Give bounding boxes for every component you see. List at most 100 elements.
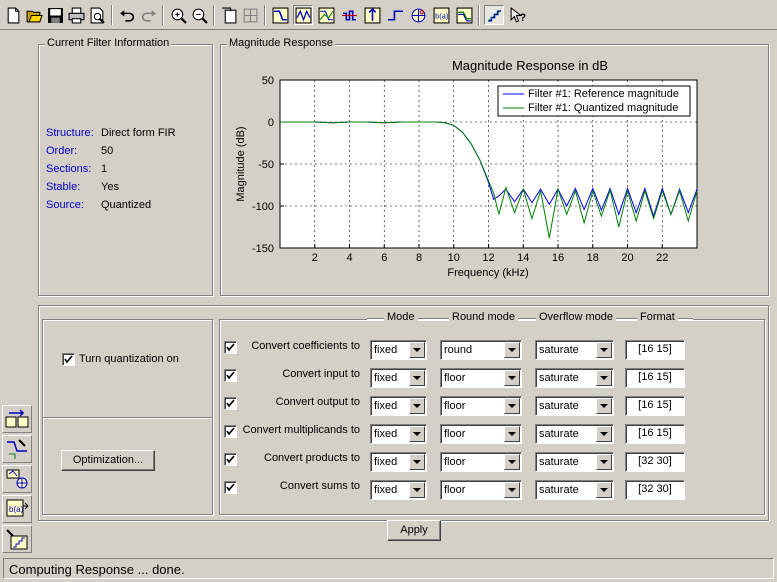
overflow-mode-select[interactable]: saturate — [535, 452, 614, 472]
redo-icon[interactable] — [138, 5, 158, 25]
open-icon[interactable] — [24, 5, 44, 25]
format-field[interactable]: [16 15] — [625, 368, 685, 388]
convert-row-checkbox[interactable] — [224, 425, 237, 438]
format-field[interactable]: [16 15] — [625, 340, 685, 360]
mode-select-value: fixed — [374, 400, 398, 412]
new-icon[interactable] — [3, 5, 23, 25]
tile-icon[interactable] — [240, 5, 260, 25]
convert-row-checkbox[interactable] — [224, 341, 237, 354]
chevron-down-icon[interactable] — [596, 454, 612, 470]
round-mode-select[interactable]: floor — [440, 480, 522, 500]
source-label: Source: — [46, 199, 84, 211]
x-tick-label: 20 — [621, 252, 633, 264]
step-icon[interactable] — [385, 5, 405, 25]
mode-select-value: fixed — [374, 344, 398, 356]
round-mode-select-value: floor — [444, 456, 466, 468]
chevron-down-icon[interactable] — [409, 370, 425, 386]
chevron-down-icon[interactable] — [409, 342, 425, 358]
chevron-down-icon[interactable] — [504, 398, 520, 414]
mode-select[interactable]: fixed — [370, 424, 427, 444]
mag-phase-icon[interactable] — [316, 5, 336, 25]
convert-row-label: Convert multiplicands to — [242, 424, 360, 436]
format-field[interactable]: [32 30] — [625, 452, 685, 472]
round-mode-select[interactable]: round — [440, 340, 522, 360]
round-mode-select[interactable]: floor — [440, 368, 522, 388]
convert-row-checkbox[interactable] — [224, 369, 237, 382]
transform-filter-icon[interactable] — [2, 405, 32, 433]
chevron-down-icon[interactable] — [596, 342, 612, 358]
convert-row-label: Convert output to — [275, 396, 360, 408]
legend-reference: Filter #1: Reference magnitude — [528, 88, 679, 100]
chevron-down-icon[interactable] — [504, 342, 520, 358]
overflow-mode-select[interactable]: saturate — [535, 368, 614, 388]
chevron-down-icon[interactable] — [504, 370, 520, 386]
format-field[interactable]: [16 15] — [625, 396, 685, 416]
round-mode-select[interactable]: floor — [440, 396, 522, 416]
structure-label: Structure: — [46, 127, 94, 139]
round-mode-select[interactable]: floor — [440, 424, 522, 444]
quantize-filter-icon[interactable] — [2, 525, 32, 553]
quantize-icon[interactable] — [484, 5, 504, 25]
turn-quantization-checkbox[interactable] — [62, 353, 75, 366]
chevron-down-icon[interactable] — [596, 482, 612, 498]
round-mode-select[interactable]: floor — [440, 452, 522, 472]
overflow-mode-select[interactable]: saturate — [535, 340, 614, 360]
mode-select[interactable]: fixed — [370, 340, 427, 360]
convert-row-checkbox[interactable] — [224, 453, 237, 466]
mode-select[interactable]: fixed — [370, 368, 427, 388]
design-filter-icon[interactable] — [2, 435, 32, 463]
stable-value: Yes — [101, 181, 119, 193]
full-view-icon[interactable] — [219, 5, 239, 25]
chevron-down-icon[interactable] — [409, 398, 425, 414]
header-round-mode: Round mode — [449, 311, 518, 323]
zoom-in-icon[interactable] — [168, 5, 188, 25]
undo-icon[interactable] — [117, 5, 137, 25]
save-icon[interactable] — [45, 5, 65, 25]
pole-zero-editor-icon[interactable] — [2, 465, 32, 493]
convert-row-label: Convert coefficients to — [251, 340, 360, 352]
import-filter-icon[interactable]: b(a) — [2, 495, 32, 523]
svg-text:b(a): b(a) — [435, 11, 449, 20]
source-value: Quantized — [101, 199, 152, 211]
optimization-button[interactable]: Optimization... — [61, 450, 155, 471]
chevron-down-icon[interactable] — [504, 482, 520, 498]
mode-select[interactable]: fixed — [370, 452, 427, 472]
chevron-down-icon[interactable] — [504, 454, 520, 470]
magnitude-response-chart[interactable]: Magnitude Response in dB 2 4 6 8 10 12 14 16 18 2… — [222, 50, 767, 294]
convert-row-checkbox[interactable] — [224, 481, 237, 494]
coefficients-icon[interactable]: b(a) — [431, 5, 451, 25]
x-tick-label: 4 — [346, 252, 352, 264]
x-tick-label: 14 — [517, 252, 529, 264]
apply-button[interactable]: Apply — [387, 520, 441, 541]
x-tick-label: 18 — [587, 252, 599, 264]
whats-this-icon[interactable]: ? — [507, 5, 527, 25]
overflow-mode-select[interactable]: saturate — [535, 480, 614, 500]
chevron-down-icon[interactable] — [596, 370, 612, 386]
overflow-mode-select[interactable]: saturate — [535, 396, 614, 416]
print-preview-icon[interactable] — [87, 5, 107, 25]
chevron-down-icon[interactable] — [409, 454, 425, 470]
magnitude-icon[interactable] — [270, 5, 290, 25]
format-field[interactable]: [32 30] — [625, 480, 685, 500]
format-field[interactable]: [16 15] — [625, 424, 685, 444]
phase-icon[interactable] — [293, 5, 313, 25]
convert-row-label: Convert products to — [264, 452, 360, 464]
chevron-down-icon[interactable] — [504, 426, 520, 442]
chevron-down-icon[interactable] — [409, 482, 425, 498]
overflow-mode-select-value: saturate — [539, 428, 579, 440]
mode-select[interactable]: fixed — [370, 396, 427, 416]
pole-zero-icon[interactable] — [408, 5, 428, 25]
overflow-mode-select-value: saturate — [539, 372, 579, 384]
chevron-down-icon[interactable] — [409, 426, 425, 442]
overflow-mode-select[interactable]: saturate — [535, 424, 614, 444]
group-delay-icon[interactable] — [339, 5, 359, 25]
mode-select[interactable]: fixed — [370, 480, 427, 500]
print-icon[interactable] — [66, 5, 86, 25]
impulse-icon[interactable] — [362, 5, 382, 25]
chevron-down-icon[interactable] — [596, 398, 612, 414]
convert-row-checkbox[interactable] — [224, 397, 237, 410]
chevron-down-icon[interactable] — [596, 426, 612, 442]
zoom-out-icon[interactable] — [189, 5, 209, 25]
x-tick-label: 22 — [656, 252, 668, 264]
magnitude-estimate-icon[interactable] — [454, 5, 474, 25]
